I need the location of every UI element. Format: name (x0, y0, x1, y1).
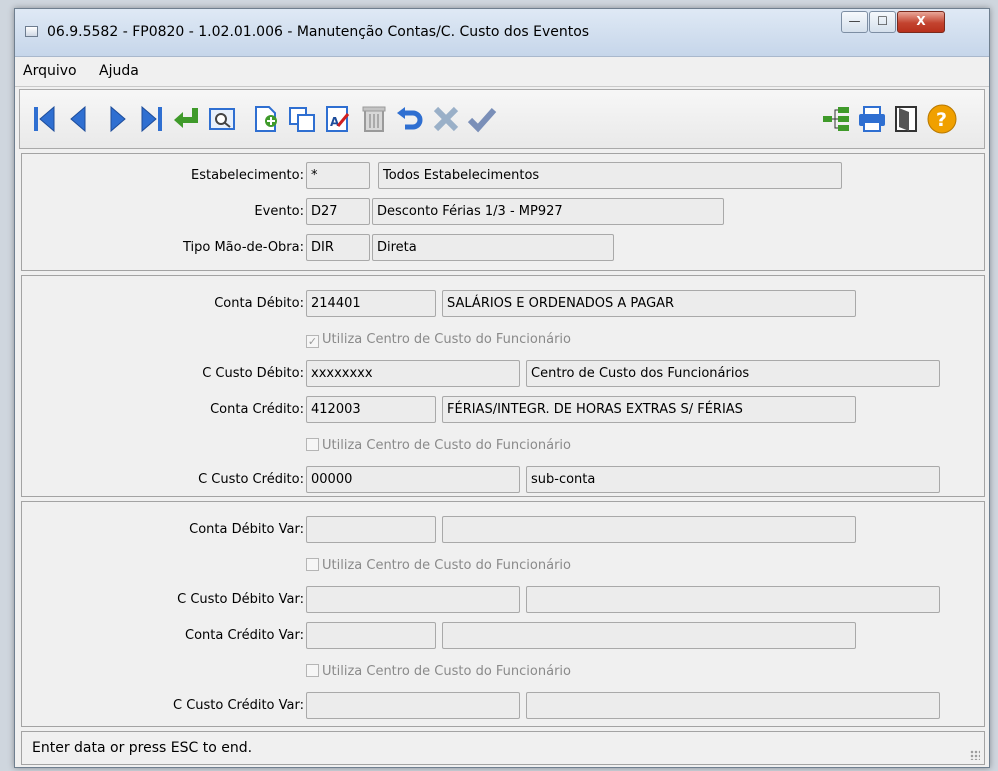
delete-record-icon[interactable] (358, 102, 390, 136)
cc-debito-var-desc-field (526, 586, 940, 613)
edit-record-icon[interactable]: A (322, 102, 354, 136)
conta-debito-desc-field: SALÁRIOS E ORDENADOS A PAGAR (442, 290, 856, 317)
window-title: 06.9.5582 - FP0820 - 1.02.01.006 - Manut… (47, 24, 590, 40)
save-icon[interactable] (466, 102, 498, 136)
menu-bar: Arquivo Ajuda (15, 57, 989, 87)
header-panel: Estabelecimento: * Todos Estabelecimento… (21, 153, 985, 271)
cc-debito-label: C Custo Débito: (202, 366, 304, 381)
utiliza-cc-debito-var-label: Utiliza Centro de Custo do Funcionário (322, 558, 571, 573)
conta-credito-code-field[interactable]: 412003 (306, 396, 436, 423)
cc-debito-var-label: C Custo Débito Var: (177, 592, 304, 607)
first-record-icon[interactable] (28, 102, 60, 136)
evento-label: Evento: (254, 204, 304, 219)
cc-credito-label: C Custo Crédito: (198, 472, 304, 487)
svg-text:A: A (330, 115, 340, 129)
minimize-button[interactable]: — (841, 11, 868, 33)
tipo-mao-obra-label: Tipo Mão-de-Obra: (182, 240, 304, 255)
menu-arquivo[interactable]: Arquivo (23, 63, 77, 79)
last-record-icon[interactable] (136, 102, 168, 136)
status-text: Enter data or press ESC to end. (32, 740, 253, 756)
help-icon[interactable]: ? (926, 102, 958, 136)
variable-accounts-panel: Conta Débito Var: Utiliza Centro de Cust… (21, 501, 985, 727)
utiliza-cc-credito-var-checkbox[interactable]: Utiliza Centro de Custo do Funcionário (306, 664, 571, 679)
utiliza-cc-credito-var-box[interactable] (306, 664, 319, 677)
resize-grip[interactable] (970, 750, 980, 760)
evento-desc-field: Desconto Férias 1/3 - MP927 (372, 198, 724, 225)
conta-debito-label: Conta Débito: (214, 296, 304, 311)
utiliza-cc-credito-label: Utiliza Centro de Custo do Funcionário (322, 438, 571, 453)
conta-credito-var-code-field[interactable] (306, 622, 436, 649)
cc-credito-desc-field: sub-conta (526, 466, 940, 493)
tipo-mao-obra-code-field[interactable]: DIR (306, 234, 370, 261)
cc-debito-desc-field: Centro de Custo dos Funcionários (526, 360, 940, 387)
status-bar: Enter data or press ESC to end. (21, 731, 985, 765)
utiliza-cc-debito-label: Utiliza Centro de Custo do Funcionário (322, 332, 571, 347)
maximize-button[interactable]: ☐ (869, 11, 896, 33)
conta-debito-var-code-field[interactable] (306, 516, 436, 543)
exit-icon[interactable] (890, 102, 922, 136)
help-icon-glyph: ? (936, 109, 947, 131)
tree-icon[interactable] (820, 102, 852, 136)
cc-credito-var-code-field[interactable] (306, 692, 520, 719)
evento-code-field[interactable]: D27 (306, 198, 370, 225)
conta-debito-var-label: Conta Débito Var: (189, 522, 304, 537)
estabelecimento-label: Estabelecimento: (190, 168, 304, 183)
utiliza-cc-debito-var-box[interactable] (306, 558, 319, 571)
menu-ajuda[interactable]: Ajuda (99, 63, 139, 79)
previous-record-icon[interactable] (62, 102, 94, 136)
toolbar: A ? (19, 89, 985, 149)
tipo-mao-obra-desc-field: Direta (372, 234, 614, 261)
cc-debito-var-code-field[interactable] (306, 586, 520, 613)
conta-credito-label: Conta Crédito: (210, 402, 304, 417)
utiliza-cc-debito-checkbox[interactable]: ✓ Utiliza Centro de Custo do Funcionário (306, 332, 571, 348)
cc-credito-code-field[interactable]: 00000 (306, 466, 520, 493)
conta-debito-code-field[interactable]: 214401 (306, 290, 436, 317)
undo-icon[interactable] (394, 102, 426, 136)
close-button[interactable]: X (897, 11, 945, 33)
utiliza-cc-debito-var-checkbox[interactable]: Utiliza Centro de Custo do Funcionário (306, 558, 571, 573)
utiliza-cc-credito-var-label: Utiliza Centro de Custo do Funcionário (322, 664, 571, 679)
conta-debito-var-desc-field (442, 516, 856, 543)
conta-credito-var-label: Conta Crédito Var: (185, 628, 304, 643)
app-icon[interactable] (25, 26, 38, 37)
application-window: 06.9.5582 - FP0820 - 1.02.01.006 - Manut… (14, 8, 990, 768)
print-icon[interactable] (856, 102, 888, 136)
accounts-panel: Conta Débito: 214401 SALÁRIOS E ORDENADO… (21, 275, 985, 497)
cc-credito-var-label: C Custo Crédito Var: (172, 698, 304, 713)
estabelecimento-desc-field: Todos Estabelecimentos (378, 162, 842, 189)
copy-record-icon[interactable] (286, 102, 318, 136)
utiliza-cc-credito-box[interactable] (306, 438, 319, 451)
cc-credito-var-desc-field (526, 692, 940, 719)
cc-debito-code-field[interactable]: xxxxxxxx (306, 360, 520, 387)
title-bar[interactable]: 06.9.5582 - FP0820 - 1.02.01.006 - Manut… (15, 9, 989, 57)
next-record-icon[interactable] (102, 102, 134, 136)
search-icon[interactable] (206, 102, 238, 136)
new-record-icon[interactable] (250, 102, 282, 136)
utiliza-cc-credito-checkbox[interactable]: Utiliza Centro de Custo do Funcionário (306, 438, 571, 453)
conta-credito-var-desc-field (442, 622, 856, 649)
cancel-icon[interactable] (430, 102, 462, 136)
estabelecimento-code-field[interactable]: * (306, 162, 370, 189)
conta-credito-desc-field: FÉRIAS/INTEGR. DE HORAS EXTRAS S/ FÉRIAS (442, 396, 856, 423)
return-icon[interactable] (170, 102, 202, 136)
utiliza-cc-debito-box[interactable]: ✓ (306, 335, 319, 348)
